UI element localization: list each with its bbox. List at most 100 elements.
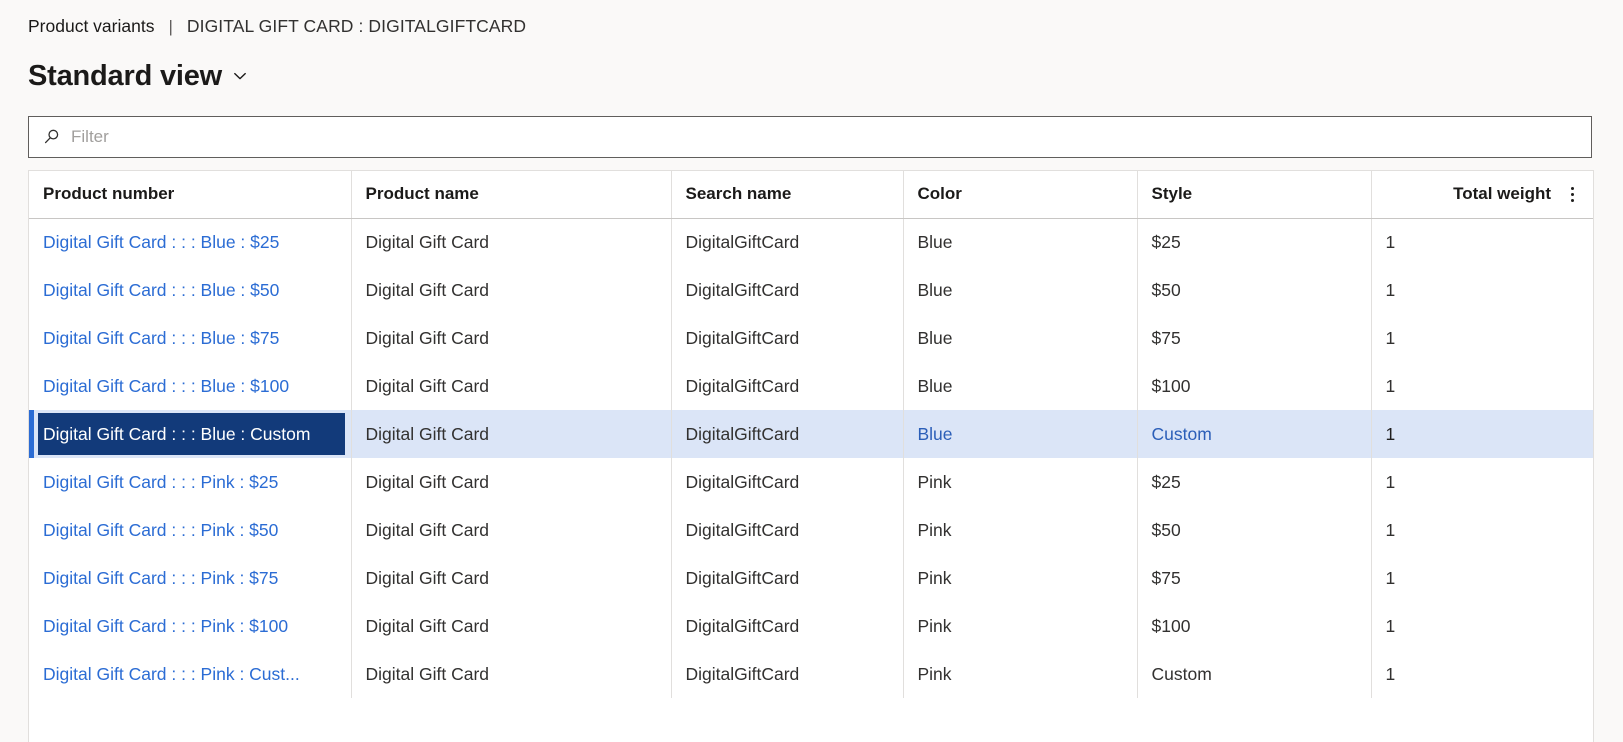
product-number-link[interactable]: Digital Gift Card : : : Pink : $100	[43, 616, 288, 636]
product-number-link[interactable]: Digital Gift Card : : : Pink : Cust...	[43, 664, 300, 684]
cell-product-number[interactable]: Digital Gift Card : : : Blue : $100	[29, 362, 352, 410]
cell-color-link[interactable]: Blue	[918, 424, 953, 444]
filter-input[interactable]	[71, 117, 1591, 157]
cell-total-weight[interactable]: 1	[1371, 554, 1593, 602]
breadcrumb: Product variants | DIGITAL GIFT CARD : D…	[28, 0, 1591, 50]
table-row[interactable]: Digital Gift Card : : : Blue : Custom Dig…	[29, 410, 1593, 458]
cell-total-weight[interactable]: 1	[1371, 506, 1593, 554]
cell-product-number[interactable]: Digital Gift Card : : : Pink : $50	[29, 506, 352, 554]
table-row[interactable]: Digital Gift Card : : : Pink : $50 Digita…	[29, 506, 1593, 554]
cell-search-name[interactable]: DigitalGiftCard	[671, 266, 904, 314]
cell-product-name[interactable]: Digital Gift Card	[351, 314, 672, 362]
table-row[interactable]: Digital Gift Card : : : Blue : $75 Digita…	[29, 314, 1593, 362]
cell-product-name[interactable]: Digital Gift Card	[351, 218, 672, 266]
cell-color[interactable]: Pink	[903, 602, 1138, 650]
cell-style[interactable]: $25	[1137, 458, 1372, 506]
cell-total-weight[interactable]: 1	[1371, 362, 1593, 410]
kebab-menu-icon[interactable]	[1565, 184, 1579, 204]
cell-total-weight[interactable]: 1	[1371, 458, 1593, 506]
cell-total-weight[interactable]: 1	[1371, 602, 1593, 650]
product-number-link[interactable]: Digital Gift Card : : : Blue : $50	[43, 280, 279, 300]
cell-style[interactable]: $75	[1137, 314, 1372, 362]
cell-style[interactable]: Custom	[1137, 410, 1372, 458]
product-variants-grid: Product number Product name Search name …	[28, 170, 1594, 742]
cell-color[interactable]: Blue	[903, 266, 1138, 314]
product-number-link[interactable]: Digital Gift Card : : : Blue : $25	[43, 232, 279, 252]
cell-color[interactable]: Blue	[903, 362, 1138, 410]
cell-product-number[interactable]: Digital Gift Card : : : Blue : Custom	[29, 410, 352, 458]
product-number-link[interactable]: Digital Gift Card : : : Pink : $25	[43, 472, 278, 492]
cell-total-weight[interactable]: 1	[1371, 218, 1593, 266]
cell-search-name[interactable]: DigitalGiftCard	[671, 314, 904, 362]
product-number-link[interactable]: Digital Gift Card : : : Pink : $50	[43, 520, 278, 540]
cell-product-name[interactable]: Digital Gift Card	[351, 266, 672, 314]
cell-product-name[interactable]: Digital Gift Card	[351, 458, 672, 506]
cell-search-name[interactable]: DigitalGiftCard	[671, 218, 904, 266]
table-row[interactable]: Digital Gift Card : : : Blue : $50 Digita…	[29, 266, 1593, 314]
cell-product-number[interactable]: Digital Gift Card : : : Pink : $100	[29, 602, 352, 650]
cell-search-name[interactable]: DigitalGiftCard	[671, 506, 904, 554]
product-number-link[interactable]: Digital Gift Card : : : Pink : $75	[43, 568, 278, 588]
table-row[interactable]: Digital Gift Card : : : Pink : $100 Digit…	[29, 602, 1593, 650]
cell-style[interactable]: $100	[1137, 602, 1372, 650]
product-number-link[interactable]: Digital Gift Card : : : Blue : $75	[43, 328, 279, 348]
column-header-total-weight-label: Total weight	[1453, 184, 1551, 204]
cell-total-weight[interactable]: 1	[1371, 266, 1593, 314]
product-variants-page: Product variants | DIGITAL GIFT CARD : D…	[0, 0, 1623, 742]
cell-search-name[interactable]: DigitalGiftCard	[671, 362, 904, 410]
cell-style[interactable]: $25	[1137, 218, 1372, 266]
product-number-link[interactable]: Digital Gift Card : : : Blue : $100	[43, 376, 289, 396]
table-row[interactable]: Digital Gift Card : : : Blue : $25 Digita…	[29, 218, 1593, 266]
cell-product-name[interactable]: Digital Gift Card	[351, 362, 672, 410]
table-row[interactable]: Digital Gift Card : : : Pink : Cust... Di…	[29, 650, 1593, 698]
cell-search-name[interactable]: DigitalGiftCard	[671, 410, 904, 458]
cell-product-number[interactable]: Digital Gift Card : : : Blue : $25	[29, 218, 352, 266]
chevron-down-icon[interactable]	[230, 66, 250, 86]
cell-color[interactable]: Blue	[903, 314, 1138, 362]
filter-bar[interactable]	[28, 116, 1592, 158]
cell-style[interactable]: $75	[1137, 554, 1372, 602]
cell-style[interactable]: Custom	[1137, 650, 1372, 698]
cell-product-number[interactable]: Digital Gift Card : : : Pink : Cust...	[29, 650, 352, 698]
grid-header: Product number Product name Search name …	[29, 171, 1593, 219]
cell-total-weight[interactable]: 1	[1371, 650, 1593, 698]
row-selection-indicator	[29, 410, 34, 458]
cell-product-number[interactable]: Digital Gift Card : : : Pink : $75	[29, 554, 352, 602]
table-row[interactable]: Digital Gift Card : : : Pink : $25 Digita…	[29, 458, 1593, 506]
cell-color[interactable]: Pink	[903, 650, 1138, 698]
cell-search-name[interactable]: DigitalGiftCard	[671, 554, 904, 602]
cell-product-name[interactable]: Digital Gift Card	[351, 602, 672, 650]
cell-product-number[interactable]: Digital Gift Card : : : Pink : $25	[29, 458, 352, 506]
cell-product-number[interactable]: Digital Gift Card : : : Blue : $50	[29, 266, 352, 314]
cell-product-number[interactable]: Digital Gift Card : : : Blue : $75	[29, 314, 352, 362]
cell-product-name[interactable]: Digital Gift Card	[351, 506, 672, 554]
cell-style[interactable]: $100	[1137, 362, 1372, 410]
grid-table: Product number Product name Search name …	[29, 171, 1593, 698]
table-row[interactable]: Digital Gift Card : : : Blue : $100 Digit…	[29, 362, 1593, 410]
cell-color[interactable]: Pink	[903, 506, 1138, 554]
cell-total-weight[interactable]: 1	[1371, 410, 1593, 458]
cell-style[interactable]: $50	[1137, 266, 1372, 314]
cell-color[interactable]: Blue	[903, 410, 1138, 458]
cell-search-name[interactable]: DigitalGiftCard	[671, 602, 904, 650]
cell-product-name[interactable]: Digital Gift Card	[351, 554, 672, 602]
cell-product-name[interactable]: Digital Gift Card	[351, 410, 672, 458]
cell-product-name[interactable]: Digital Gift Card	[351, 650, 672, 698]
column-header-color[interactable]: Color	[903, 171, 1138, 219]
column-header-product-number[interactable]: Product number	[29, 171, 352, 219]
cell-color[interactable]: Pink	[903, 554, 1138, 602]
cell-color[interactable]: Blue	[903, 218, 1138, 266]
breadcrumb-parent[interactable]: Product variants	[28, 16, 154, 37]
cell-search-name[interactable]: DigitalGiftCard	[671, 650, 904, 698]
column-header-total-weight[interactable]: Total weight	[1371, 171, 1593, 219]
cell-style[interactable]: $50	[1137, 506, 1372, 554]
column-header-style[interactable]: Style	[1137, 171, 1372, 219]
cell-search-name[interactable]: DigitalGiftCard	[671, 458, 904, 506]
column-header-product-name[interactable]: Product name	[351, 171, 672, 219]
table-row[interactable]: Digital Gift Card : : : Pink : $75 Digita…	[29, 554, 1593, 602]
column-header-search-name[interactable]: Search name	[671, 171, 904, 219]
cell-style-link[interactable]: Custom	[1152, 424, 1212, 444]
cell-total-weight[interactable]: 1	[1371, 314, 1593, 362]
selected-cell-value[interactable]: Digital Gift Card : : : Blue : Custom	[38, 413, 345, 455]
cell-color[interactable]: Pink	[903, 458, 1138, 506]
